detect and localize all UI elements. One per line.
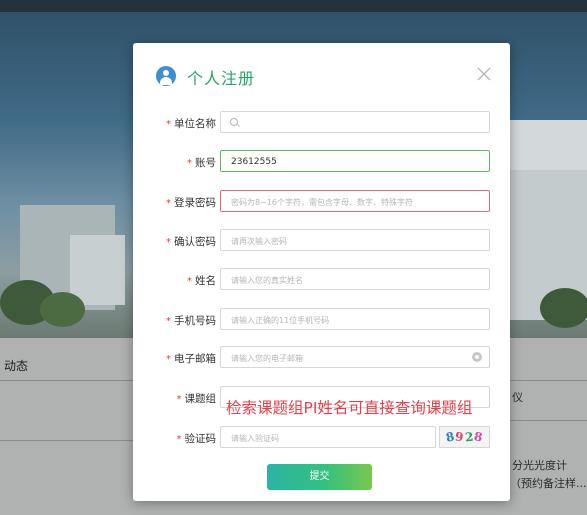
divider (510, 380, 587, 381)
user-avatar-icon (156, 66, 176, 86)
field-label-text: 确认密码 (174, 236, 216, 248)
background-tree (40, 292, 85, 327)
field-label-text: 验证码 (184, 433, 217, 445)
field-label-text: 电子邮箱 (174, 353, 216, 365)
clear-icon[interactable] (472, 352, 482, 362)
captcha-image[interactable]: 8928 (439, 426, 490, 448)
field-label: * 电子邮箱 (166, 351, 216, 366)
divider (510, 420, 587, 421)
form-row-email: * 电子邮箱 请输入您的电子邮箱 (133, 346, 510, 370)
field-label: * 课题组 (177, 391, 217, 406)
dialog-title: 个人注册 (187, 69, 256, 88)
required-mark: * (176, 394, 182, 405)
field-label-text: 登录密码 (174, 197, 216, 209)
field-label-text: 账号 (195, 157, 216, 169)
required-mark: * (187, 276, 192, 287)
background-list-item[interactable]: （预约备注样... (510, 475, 587, 491)
background-list-item[interactable]: 分光光度计 (512, 457, 567, 473)
form-row-confirm-password: * 确认密码 请再次输入密码 (133, 229, 510, 253)
background-tree (540, 288, 587, 328)
background-section-title: 动态 (4, 359, 29, 373)
required-mark: * (166, 198, 171, 209)
form-row-phone: * 手机号码 请输入正确的11位手机号码 (133, 308, 510, 332)
registration-dialog: 个人注册 * 单位名称 * 账号 23612555 * 登录密码 密码为8~16个字符… (133, 43, 510, 501)
field-label: * 确认密码 (166, 234, 216, 249)
field-label: * 账号 (187, 155, 216, 170)
required-mark: * (187, 158, 192, 169)
phone-input[interactable]: 请输入正确的11位手机号码 (220, 308, 490, 330)
required-mark: * (166, 237, 171, 248)
field-label: * 手机号码 (166, 313, 216, 328)
required-mark: * (166, 119, 171, 130)
divider (0, 440, 133, 441)
form-row-name: * 姓名 请输入您的真实姓名 (133, 268, 510, 292)
close-icon[interactable] (475, 65, 493, 83)
research-group-hint: 检索课题组PI姓名可直接查询课题组 (226, 399, 473, 417)
submit-button[interactable]: 提交 (267, 464, 372, 490)
search-icon (230, 118, 238, 126)
field-label: * 登录密码 (166, 195, 216, 210)
password-input[interactable]: 密码为8~16个字符，需包含字母、数字、特殊字符 (220, 190, 490, 212)
name-input[interactable]: 请输入您的真实姓名 (220, 268, 490, 290)
field-label-text: 姓名 (195, 275, 216, 287)
dialog-header: 个人注册 (133, 43, 510, 103)
email-placeholder: 请输入您的电子邮箱 (231, 354, 303, 363)
captcha-input[interactable]: 请输入验证码 (220, 426, 436, 448)
form-row-captcha: * 验证码 请输入验证码 8928 (133, 426, 510, 450)
required-mark: * (166, 316, 171, 327)
email-input[interactable]: 请输入您的电子邮箱 (220, 346, 490, 368)
account-input[interactable]: 23612555 (220, 150, 490, 172)
required-mark: * (166, 354, 171, 365)
background-top-strip (0, 0, 587, 12)
background-list-item[interactable]: 仪 (512, 389, 523, 405)
background-building (70, 235, 125, 305)
divider (0, 380, 133, 381)
organization-input[interactable] (220, 111, 490, 133)
field-label: * 验证码 (177, 431, 217, 446)
required-mark: * (176, 434, 182, 445)
form-row-organization: * 单位名称 (133, 111, 510, 135)
field-label: * 单位名称 (166, 116, 216, 131)
captcha-char: 8 (472, 429, 485, 445)
form-row-password: * 登录密码 密码为8~16个字符，需包含字母、数字、特殊字符 (133, 190, 510, 214)
form-row-account: * 账号 23612555 (133, 150, 510, 174)
field-label: * 姓名 (187, 273, 216, 288)
confirm-password-input[interactable]: 请再次输入密码 (220, 229, 490, 251)
field-label-text: 手机号码 (174, 315, 216, 327)
field-label-text: 课题组 (184, 393, 217, 405)
field-label-text: 单位名称 (174, 118, 216, 130)
